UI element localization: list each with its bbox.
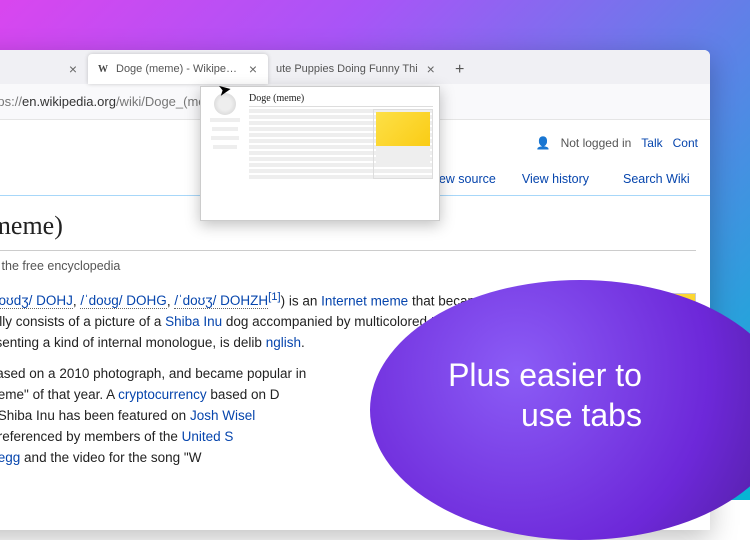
preview-infobox	[373, 109, 433, 179]
preview-image	[376, 112, 430, 146]
tab-1[interactable]: ch ×	[0, 54, 88, 84]
close-icon[interactable]: ×	[246, 62, 260, 76]
contributions-link[interactable]: Cont	[673, 134, 698, 153]
cryptocurrency-link[interactable]: cryptocurrency	[118, 387, 207, 402]
preview-title: Doge (meme)	[249, 93, 433, 107]
internet-meme-link[interactable]: Internet meme	[321, 293, 408, 308]
new-tab-button[interactable]: +	[446, 56, 474, 84]
tab-active-dragging[interactable]: W Doge (meme) - Wikipedia ×	[88, 54, 268, 84]
url-protocol: https://	[0, 94, 22, 109]
close-icon[interactable]: ×	[424, 62, 438, 76]
tab-title: ute Puppies Doing Funny Thi	[276, 63, 418, 75]
ipa-link[interactable]: /ˈdoʊɡ/ DOHG	[80, 293, 166, 309]
wiki-search-input[interactable]: Search Wiki	[610, 163, 700, 195]
article-subtitle: pedia, the free encyclopedia	[0, 257, 696, 276]
not-logged-in-label: Not logged in	[561, 134, 632, 153]
close-icon[interactable]: ×	[66, 62, 80, 76]
tab-3[interactable]: ute Puppies Doing Funny Thi ×	[268, 54, 446, 84]
ipa-link[interactable]: /ˈdoʊʒ/ DOHZH	[174, 293, 268, 309]
tab-title: Doge (meme) - Wikipedia	[116, 63, 240, 75]
tab-title: ch	[0, 63, 60, 75]
view-history-tab[interactable]: View history	[509, 163, 602, 195]
ipa-link[interactable]: /ˈdoʊdʒ/ DOHJ	[0, 293, 73, 309]
reference-link[interactable]: [1]	[268, 291, 281, 303]
united-states-link[interactable]: United S	[182, 429, 234, 444]
tab-preview-popup: Doge (meme)	[200, 86, 440, 221]
shiba-inu-link[interactable]: Shiba Inu	[165, 314, 222, 329]
josh-link[interactable]: Josh Wisel	[190, 408, 255, 423]
wikipedia-favicon-icon: W	[96, 62, 110, 76]
promo-text: Plus easier to use tabs	[448, 355, 712, 465]
tab-strip: ch × W Doge (meme) - Wikipedia × ute Pup…	[0, 50, 710, 84]
url-host: en.wikipedia.org	[22, 94, 116, 109]
english-link[interactable]: nglish	[266, 335, 301, 350]
user-icon: 👤	[536, 134, 551, 153]
easter-egg-link[interactable]: aster egg	[0, 450, 20, 465]
talk-link[interactable]: Talk	[641, 134, 662, 153]
